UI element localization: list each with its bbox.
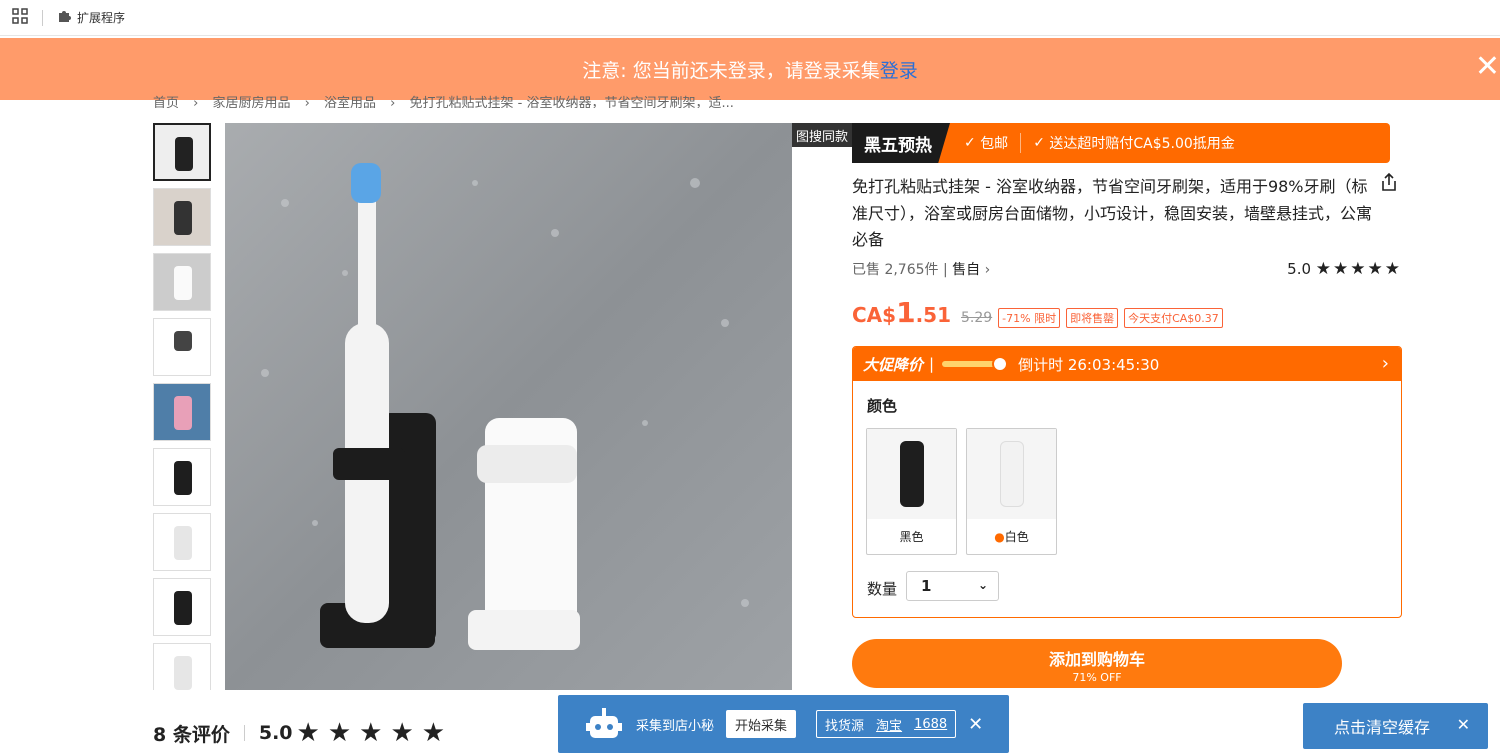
promo-banner: 黑五预热 ✓ 包邮 ✓ 送达超时赔付CA$5.00抵用金 xyxy=(852,123,1390,163)
price-block: CA$ 1 .51 5.29 -71% 限时 即将售罄 今天支付CA$0.37 xyxy=(852,296,1223,329)
collector-toolbar: 采集到店小秘 开始采集 找货源 淘宝 1688 ✕ xyxy=(558,695,1009,753)
sold-count: 已售 2,765件 xyxy=(852,262,939,278)
sale-header[interactable]: 大促降价 | 倒计时 26:03:45:30 › xyxy=(853,347,1401,381)
price-integer: 1 xyxy=(896,296,916,329)
find-source-group: 找货源 淘宝 1688 xyxy=(816,710,957,738)
compensation-label: 送达超时赔付CA$5.00抵用金 xyxy=(1049,136,1235,152)
image-search-button[interactable]: 图搜同款 xyxy=(792,123,852,147)
price-decimal: .51 xyxy=(915,303,951,327)
thumbnail[interactable] xyxy=(153,643,211,690)
discount-tag: -71% 限时 xyxy=(998,308,1061,328)
chevron-right-icon: › xyxy=(390,96,396,108)
quantity-value: 1 xyxy=(921,577,932,595)
color-option-text: 白色 xyxy=(1004,530,1029,544)
countdown-progress xyxy=(942,356,1009,372)
clear-cache-button[interactable]: 点击清空缓存 ✕ xyxy=(1303,703,1488,749)
compensation-tag: ✓ 送达超时赔付CA$5.00抵用金 xyxy=(1020,133,1235,153)
color-option-black[interactable]: 黑色 xyxy=(866,428,957,555)
breadcrumb-current: 免打孔粘贴式挂架 - 浴室收纳器，节省空间牙刷架，适... xyxy=(409,96,734,108)
thumbnail[interactable] xyxy=(153,578,211,636)
sale-title: 大促降价 xyxy=(863,355,924,374)
toolbar-divider xyxy=(42,9,43,26)
seller-label[interactable]: 售自 xyxy=(952,262,980,278)
review-score: 5.0 xyxy=(258,722,293,744)
thumbnail[interactable] xyxy=(153,188,211,246)
add-to-cart-button[interactable]: 添加到购物车 71% OFF xyxy=(852,639,1342,688)
sales-info: 已售 2,765件 | 售自 › xyxy=(852,262,991,278)
add-to-cart-discount: 71% OFF xyxy=(1072,671,1122,684)
black-friday-badge: 黑五预热 xyxy=(852,123,950,163)
login-notice-banner: 注意: 您当前还未登录，请登录采集 登录 ✕ xyxy=(0,38,1500,100)
thumbnail-list xyxy=(153,123,213,690)
price-currency: CA$ xyxy=(852,303,897,327)
notice-text: 注意: 您当前还未登录，请登录采集 xyxy=(582,59,880,82)
close-icon[interactable]: ✕ xyxy=(968,714,983,735)
start-collect-button[interactable]: 开始采集 xyxy=(726,710,797,738)
rating-value: 5.0 xyxy=(1287,260,1312,278)
source-1688-link[interactable]: 1688 xyxy=(914,717,947,732)
thumbnail[interactable] xyxy=(153,448,211,506)
source-taobao-link[interactable]: 淘宝 xyxy=(876,715,902,734)
puzzle-icon xyxy=(57,9,71,26)
close-icon[interactable]: ✕ xyxy=(1457,715,1470,734)
chevron-right-icon: › xyxy=(193,96,199,108)
apps-grid-icon[interactable] xyxy=(12,8,28,27)
extensions-link[interactable]: 扩展程序 xyxy=(77,9,125,26)
thumbnail[interactable] xyxy=(153,513,211,571)
breadcrumb-subcategory[interactable]: 浴室用品 xyxy=(324,96,376,108)
product-title: 免打孔粘贴式挂架 - 浴室收纳器，节省空间牙刷架，适用于98%牙刷（标准尺寸），… xyxy=(852,177,1373,249)
thumbnail[interactable] xyxy=(153,383,211,441)
color-option-label: ●白色 xyxy=(967,528,1056,545)
chevron-right-icon[interactable]: › xyxy=(1382,353,1389,374)
countdown-text: 倒计时 26:03:45:30 xyxy=(1018,355,1160,374)
star-icon: ★★★★★ xyxy=(296,718,454,748)
thumbnail[interactable] xyxy=(153,253,211,311)
pay-today-tag: 今天支付CA$0.37 xyxy=(1124,308,1223,328)
login-link[interactable]: 登录 xyxy=(880,56,918,83)
breadcrumb-category[interactable]: 家居厨房用品 xyxy=(213,96,291,108)
chevron-down-icon: ⌄ xyxy=(977,578,988,592)
share-icon[interactable] xyxy=(1380,172,1398,197)
sale-panel: 大促降价 | 倒计时 26:03:45:30 › 颜色 黑色 ●白色 数量 1 … xyxy=(852,346,1402,618)
toothbrush-holder-illustration xyxy=(261,163,749,650)
quantity-label: 数量 xyxy=(867,580,898,598)
review-count[interactable]: 8 条评价 xyxy=(153,720,230,747)
collector-title: 采集到店小秘 xyxy=(636,718,715,734)
check-icon: ✓ xyxy=(964,135,981,151)
clear-cache-label: 点击清空缓存 xyxy=(1334,718,1431,737)
reviews-header: 8 条评价 5.0 ★★★★★ xyxy=(153,718,453,748)
browser-toolbar: 扩展程序 xyxy=(0,0,1500,36)
find-source-label: 找货源 xyxy=(825,718,865,734)
thumbnail[interactable] xyxy=(153,123,211,181)
breadcrumb: 首页 › 家居厨房用品 › 浴室用品 › 免打孔粘贴式挂架 - 浴室收纳器，节省… xyxy=(153,92,744,108)
check-icon: ✓ xyxy=(1033,135,1050,151)
original-price: 5.29 xyxy=(961,310,993,326)
selling-out-tag[interactable]: 即将售罄 xyxy=(1066,308,1119,328)
chevron-right-icon[interactable]: › xyxy=(985,262,991,278)
robot-icon xyxy=(584,704,624,744)
add-to-cart-label: 添加到购物车 xyxy=(1048,650,1145,669)
star-icon: ★★★★★ xyxy=(1315,259,1402,279)
free-shipping-label: 包邮 xyxy=(980,136,1009,152)
color-label: 颜色 xyxy=(867,397,898,415)
breadcrumb-home[interactable]: 首页 xyxy=(153,96,179,108)
close-icon[interactable]: ✕ xyxy=(1475,52,1500,82)
quantity-select[interactable]: 1 ⌄ xyxy=(906,571,999,601)
product-rating[interactable]: 5.0 ★★★★★ xyxy=(1287,259,1402,279)
free-shipping-tag: ✓ 包邮 xyxy=(964,133,1008,153)
color-option-label: 黑色 xyxy=(899,530,924,544)
thumbnail[interactable] xyxy=(153,318,211,376)
color-option-white[interactable]: ●白色 xyxy=(966,428,1057,555)
chevron-right-icon: › xyxy=(304,96,310,108)
main-product-image[interactable] xyxy=(225,123,792,690)
fire-icon: ● xyxy=(994,530,1005,544)
